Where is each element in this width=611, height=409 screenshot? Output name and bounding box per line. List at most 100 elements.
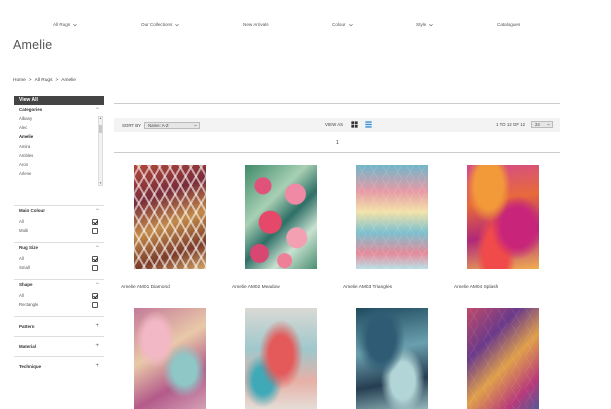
category-item-active[interactable]: Amelie bbox=[14, 132, 104, 141]
category-item[interactable]: Albany bbox=[14, 114, 104, 123]
product-card[interactable]: Amelie AM01 Diamond bbox=[121, 165, 206, 290]
nav-item-label: Catalogues bbox=[497, 22, 521, 27]
product-name[interactable]: Amelie AM03 Triangles bbox=[343, 285, 392, 290]
nav-item-catalogues[interactable]: Catalogues bbox=[497, 22, 520, 27]
facet-header[interactable]: Categories − bbox=[14, 105, 104, 114]
chevron-down-icon bbox=[547, 123, 550, 126]
scroll-down-icon[interactable]: ▼ bbox=[99, 182, 102, 185]
pagination-page-1[interactable]: 1 bbox=[336, 140, 339, 146]
chevron-down-icon bbox=[348, 23, 353, 26]
product-image[interactable] bbox=[356, 165, 428, 269]
facet-title: Categories bbox=[19, 107, 43, 112]
facet-header[interactable]: Pattern + bbox=[14, 322, 104, 331]
expand-icon[interactable]: + bbox=[95, 342, 99, 351]
filter-option-label: All bbox=[19, 293, 24, 298]
facet-title: Rug Size bbox=[19, 245, 39, 250]
breadcrumb: Home > All Rugs > Amelie bbox=[13, 78, 76, 83]
product-card[interactable] bbox=[134, 308, 206, 409]
facet-header[interactable]: Material + bbox=[14, 342, 104, 351]
collapse-icon[interactable]: − bbox=[95, 206, 99, 215]
product-card[interactable] bbox=[467, 308, 539, 409]
facet-header[interactable]: Rug Size − bbox=[14, 243, 104, 252]
collapse-icon[interactable]: − bbox=[95, 280, 99, 289]
filter-option[interactable]: Small bbox=[14, 263, 104, 272]
product-image[interactable] bbox=[245, 308, 317, 409]
nav-item-all-rugs[interactable]: All Rugs bbox=[53, 22, 77, 27]
nav-item-style[interactable]: Style bbox=[416, 22, 434, 27]
product-card[interactable] bbox=[245, 308, 317, 409]
collapse-icon[interactable]: − bbox=[95, 243, 99, 252]
facet-main-colour: Main Colour − All Multi bbox=[14, 205, 104, 235]
product-image[interactable] bbox=[134, 165, 206, 269]
top-navigation: All Rugs Our Collections New Arrivals Co… bbox=[0, 22, 611, 34]
checkbox[interactable] bbox=[92, 301, 98, 308]
breadcrumb-home[interactable]: Home bbox=[13, 78, 26, 83]
filter-option-label: All bbox=[19, 256, 24, 261]
category-item[interactable]: Aron bbox=[14, 160, 104, 169]
facet-shape: Shape − All Rectangle bbox=[14, 279, 104, 309]
facet-header[interactable]: Main Colour − bbox=[14, 206, 104, 215]
per-page-select[interactable]: 24 bbox=[531, 121, 553, 128]
scrollbar-thumb[interactable] bbox=[99, 125, 102, 133]
sort-select[interactable]: Name: A-Z bbox=[144, 121, 201, 129]
facet-categories: Categories − Albany Alec Amelie Amira Am… bbox=[14, 105, 104, 190]
scroll-up-icon[interactable]: ▲ bbox=[99, 117, 102, 120]
category-item[interactable]: Alec bbox=[14, 123, 104, 132]
grid-view-icon[interactable] bbox=[351, 121, 358, 128]
divider bbox=[114, 103, 560, 104]
checkbox[interactable] bbox=[92, 227, 98, 234]
breadcrumb-all-rugs[interactable]: All Rugs bbox=[35, 78, 53, 83]
list-view-icon[interactable] bbox=[365, 121, 372, 128]
product-name[interactable]: Amelie AM01 Diamond bbox=[121, 285, 170, 290]
filter-option-label: All bbox=[19, 219, 24, 224]
checkbox-checked[interactable] bbox=[92, 218, 98, 225]
filter-option[interactable]: All bbox=[14, 254, 104, 263]
chevron-down-icon bbox=[194, 124, 197, 126]
product-name[interactable]: Amelie AM02 Meadow bbox=[232, 285, 280, 290]
product-card[interactable]: Amelie AM04 Splash bbox=[454, 165, 539, 290]
product-card[interactable]: Amelie AM02 Meadow bbox=[232, 165, 317, 290]
divider bbox=[114, 152, 560, 153]
collapse-icon[interactable]: − bbox=[95, 105, 99, 114]
category-item[interactable]: Ambles bbox=[14, 151, 104, 160]
product-image[interactable] bbox=[245, 165, 317, 269]
filter-sidebar: View All Categories − Albany Alec Amelie… bbox=[14, 96, 104, 376]
filter-option-label: Rectangle bbox=[19, 302, 39, 307]
nav-item-label: New Arrivals bbox=[243, 22, 269, 27]
page-title: Amelie bbox=[13, 38, 53, 52]
product-name[interactable]: Amelie AM04 Splash bbox=[454, 285, 498, 290]
filter-option[interactable]: All bbox=[14, 217, 104, 226]
chevron-down-icon bbox=[175, 23, 180, 26]
category-item[interactable]: Amira bbox=[14, 142, 104, 151]
product-image[interactable] bbox=[467, 308, 539, 409]
facet-technique: Technique + bbox=[14, 356, 104, 376]
product-image[interactable] bbox=[356, 308, 428, 409]
breadcrumb-current: Amelie bbox=[61, 78, 76, 83]
expand-icon[interactable]: + bbox=[95, 362, 99, 371]
filter-option[interactable]: Multi bbox=[14, 226, 104, 235]
filter-option[interactable]: All bbox=[14, 291, 104, 300]
filter-option-label: Multi bbox=[19, 228, 29, 233]
facet-header[interactable]: Shape − bbox=[14, 280, 104, 289]
view-all-button[interactable]: View All bbox=[14, 96, 104, 105]
filter-option[interactable]: Rectangle bbox=[14, 300, 104, 309]
facet-header[interactable]: Technique + bbox=[14, 362, 104, 371]
product-card[interactable] bbox=[356, 308, 428, 409]
expand-icon[interactable]: + bbox=[95, 322, 99, 331]
nav-item-colour[interactable]: Colour bbox=[332, 22, 353, 27]
facet-title: Shape bbox=[19, 282, 33, 287]
product-card[interactable]: Amelie AM03 Triangles bbox=[343, 165, 428, 290]
checkbox[interactable] bbox=[92, 264, 98, 271]
checkbox-checked[interactable] bbox=[92, 255, 98, 262]
category-item[interactable]: Arlene bbox=[14, 169, 104, 178]
checkbox-checked[interactable] bbox=[92, 292, 98, 299]
facet-material: Material + bbox=[14, 336, 104, 356]
product-image[interactable] bbox=[467, 165, 539, 269]
nav-item-our-collections[interactable]: Our Collections bbox=[141, 22, 180, 27]
product-image[interactable] bbox=[134, 308, 206, 409]
category-scrollbar[interactable]: ▲ ▼ bbox=[98, 116, 103, 186]
chevron-down-icon bbox=[73, 23, 77, 26]
nav-item-new-arrivals[interactable]: New Arrivals bbox=[243, 22, 269, 27]
facet-rug-size: Rug Size − All Small bbox=[14, 242, 104, 272]
breadcrumb-separator: > bbox=[55, 78, 59, 83]
